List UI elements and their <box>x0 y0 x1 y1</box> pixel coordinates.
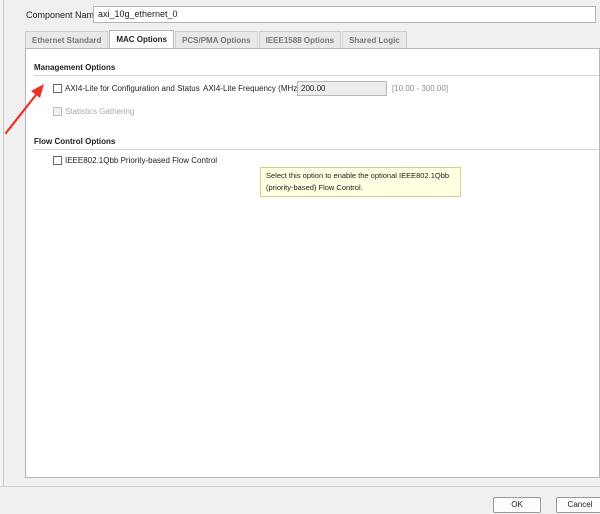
component-name-label: Component Name <box>26 10 100 20</box>
mac-options-panel: Management Options AXI4-Lite for Configu… <box>25 48 600 478</box>
tab-pcs-pma-options[interactable]: PCS/PMA Options <box>175 31 258 48</box>
axi-lite-frequency-input[interactable]: 200.00 <box>297 81 387 96</box>
management-options-title: Management Options <box>34 63 116 72</box>
annotation-arrow-icon <box>4 84 44 135</box>
pfc-label: IEEE802.1Qbb Priority-based Flow Control <box>65 156 218 165</box>
ok-button[interactable]: OK <box>493 497 541 513</box>
flow-control-separator <box>34 149 599 150</box>
tab-mac-options[interactable]: MAC Options <box>109 30 175 49</box>
statistics-gathering-label: Statistics Gathering <box>65 107 135 116</box>
tooltip-line-1: Select this option to enable the optiona… <box>266 171 450 180</box>
tab-ieee1588-options[interactable]: IEEE1588 Options <box>258 31 342 48</box>
pfc-checkbox[interactable] <box>53 156 62 165</box>
cancel-button[interactable]: Cancel <box>556 497 600 513</box>
tab-bar: Ethernet Standard MAC Options PCS/PMA Op… <box>25 30 408 49</box>
tooltip-line-2: (priority-based) Flow Control. <box>266 182 363 192</box>
tab-shared-logic[interactable]: Shared Logic <box>342 31 407 48</box>
flow-control-options-title: Flow Control Options <box>34 137 116 146</box>
management-separator <box>34 75 599 76</box>
left-panel-edge <box>0 0 4 486</box>
axi-lite-label: AXI4-Lite for Configuration and Status <box>65 84 200 93</box>
frequency-range-hint: [10.00 - 300.00] <box>392 84 449 93</box>
tab-ethernet-standard[interactable]: Ethernet Standard <box>25 31 109 48</box>
axi-lite-frequency-label: AXI4-Lite Frequency (MHz) <box>203 84 300 93</box>
component-name-input[interactable]: axi_10g_ethernet_0 <box>93 6 596 23</box>
pfc-tooltip: Select this option to enable the optiona… <box>260 167 461 197</box>
